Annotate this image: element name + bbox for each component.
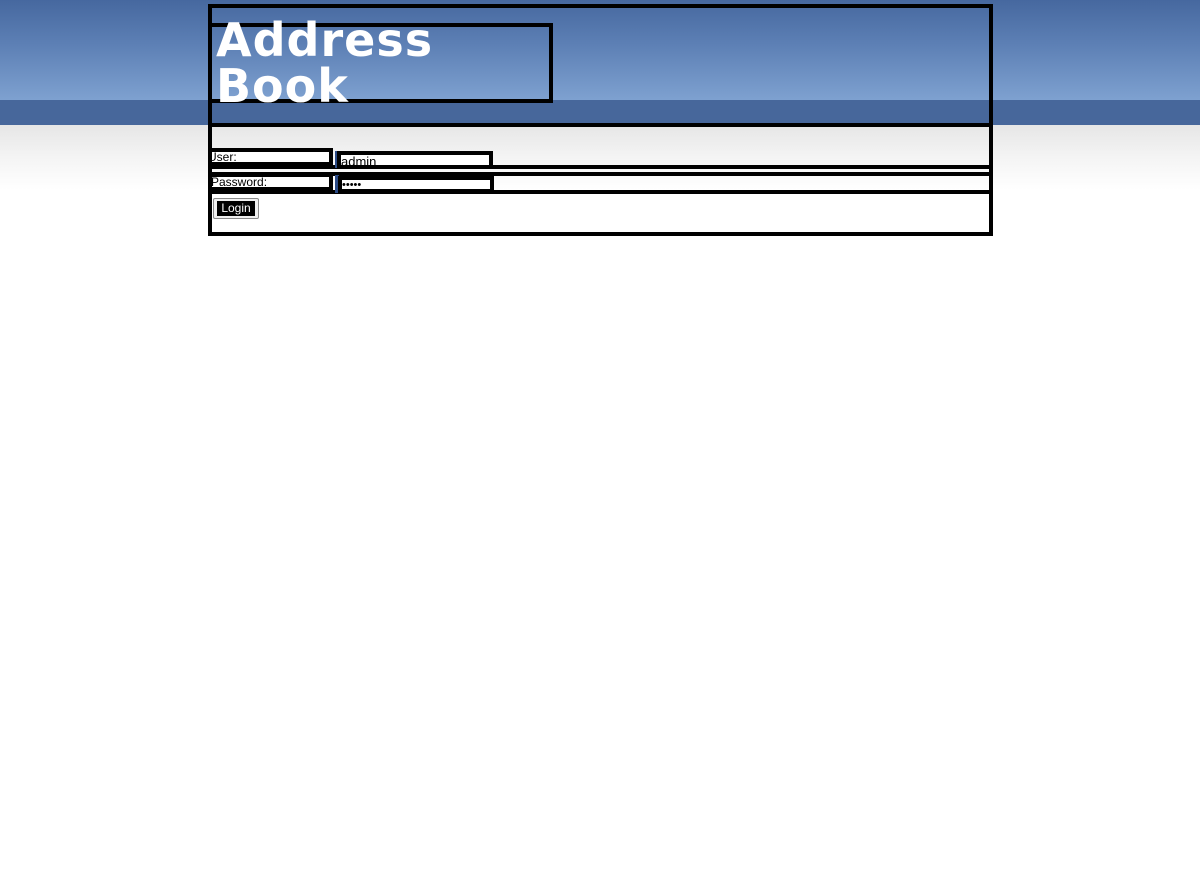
logo-text: Address Book (216, 13, 434, 113)
password-label: Password: (211, 175, 268, 189)
logo: Address Book (208, 17, 553, 109)
login-button[interactable]: Login (213, 198, 259, 219)
header-divider (208, 123, 993, 127)
password-input[interactable] (342, 179, 488, 190)
user-label: User: (208, 150, 237, 164)
login-button-label: Login (217, 201, 255, 216)
user-input[interactable] (341, 155, 487, 167)
